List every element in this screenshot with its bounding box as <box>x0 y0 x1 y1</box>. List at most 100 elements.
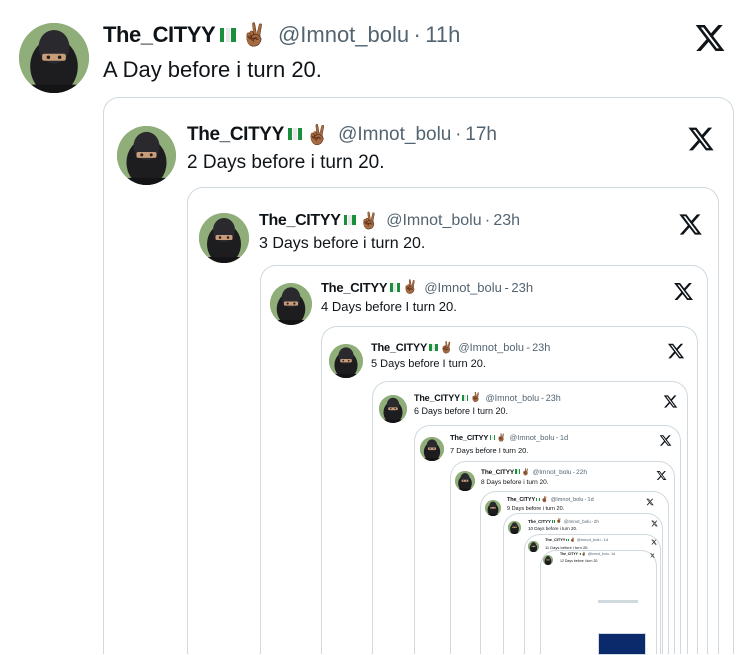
timestamp[interactable]: 1d <box>560 433 568 442</box>
timestamp[interactable]: 11h <box>425 22 460 48</box>
tweet-text: 12 Days before i turn 20. <box>560 559 599 563</box>
username[interactable]: @Imnot_bolu <box>424 280 502 295</box>
username[interactable]: @Imnot_bolu <box>510 433 555 442</box>
timestamp[interactable]: 22h <box>576 469 587 476</box>
tweet-header: The_CITYY ✌🏾 @Imnot_bolu -23h <box>414 392 561 403</box>
avatar[interactable] <box>455 471 475 491</box>
display-name[interactable]: The_CITYY <box>414 393 460 403</box>
victory-hand-icon: ✌🏾 <box>439 342 454 354</box>
avatar[interactable] <box>329 344 363 378</box>
x-logo-icon[interactable] <box>687 125 715 153</box>
separator: - <box>601 537 603 542</box>
victory-hand-icon: ✌🏾 <box>470 392 482 402</box>
nigeria-flag-icon <box>461 393 469 403</box>
victory-hand-icon: ✌🏾 <box>359 213 380 230</box>
tweet-header: The_CITYY ✌🏾 @Imnot_bolu -1d <box>545 537 608 542</box>
x-logo-icon[interactable] <box>650 553 655 558</box>
tweet-header: The_CITYY ✌🏾 @Imnot_bolu · 17h <box>187 123 497 147</box>
avatar[interactable] <box>19 23 89 93</box>
display-name[interactable]: The_CITYY <box>507 497 535 503</box>
timestamp[interactable]: 23h <box>493 212 520 230</box>
victory-hand-icon: ✌🏾 <box>541 497 549 503</box>
timestamp[interactable]: 2h <box>594 519 599 524</box>
separator: - <box>526 341 530 354</box>
media-thumbnail[interactable] <box>598 633 646 655</box>
x-logo-icon[interactable] <box>651 539 657 545</box>
x-logo-icon[interactable] <box>651 520 658 527</box>
victory-hand-icon: ✌🏾 <box>556 518 562 523</box>
username[interactable]: @Imnot_bolu <box>577 537 601 542</box>
avatar[interactable] <box>117 126 176 185</box>
nigeria-flag-icon <box>389 280 401 295</box>
username[interactable]: @Imnot_bolu <box>386 212 481 230</box>
avatar[interactable] <box>379 395 407 423</box>
display-name[interactable]: The_CITYY <box>321 280 388 295</box>
username[interactable]: @Imnot_bolu <box>338 124 451 146</box>
separator: · <box>413 22 421 47</box>
tweet-text: 7 Days before I turn 20. <box>450 446 529 455</box>
avatar[interactable] <box>528 541 539 552</box>
display-name[interactable]: The_CITYY <box>528 519 551 524</box>
tweet-text: 3 Days before i turn 20. <box>259 235 426 252</box>
timestamp[interactable]: 1d <box>611 552 615 556</box>
avatar[interactable] <box>485 500 501 516</box>
victory-hand-icon: ✌🏾 <box>402 279 419 294</box>
x-logo-icon[interactable] <box>663 394 678 409</box>
display-name[interactable]: The_CITYY <box>545 537 565 542</box>
tweet-header: The_CITYY ✌🏾 @Imnot_bolu -1d <box>450 433 568 442</box>
x-logo-icon[interactable] <box>656 470 667 481</box>
nigeria-flag-icon <box>429 342 438 354</box>
avatar[interactable] <box>270 283 312 325</box>
tweet-header: The_CITYY ✌🏾 @Imnot_bolu -1d <box>560 552 615 556</box>
display-name[interactable]: The_CITYY <box>103 22 216 48</box>
username[interactable]: @Imnot_bolu <box>458 342 524 354</box>
timestamp[interactable]: 23h <box>532 342 550 354</box>
x-logo-icon[interactable] <box>667 342 685 360</box>
separator: - <box>572 468 575 476</box>
username[interactable]: @Imnot_bolu <box>564 519 591 524</box>
victory-hand-icon: ✌🏾 <box>569 537 575 542</box>
nigeria-flag-icon <box>536 497 541 503</box>
victory-hand-icon: ✌🏾 <box>521 469 530 476</box>
timestamp[interactable]: 1d <box>588 497 594 503</box>
tweet-text: 10 Days before i turn 20. <box>528 526 578 531</box>
timestamp[interactable]: 1d <box>604 537 608 542</box>
timestamp[interactable]: 17h <box>465 124 497 146</box>
display-name[interactable]: The_CITYY <box>481 469 514 476</box>
avatar[interactable] <box>543 555 553 565</box>
tweet-text: A Day before i turn 20. <box>103 57 322 82</box>
x-logo-icon[interactable] <box>673 281 694 302</box>
timestamp[interactable]: 23h <box>511 280 533 295</box>
username[interactable]: @Imnot_bolu <box>588 552 609 556</box>
display-name[interactable]: The_CITYY <box>560 552 578 556</box>
display-name[interactable]: The_CITYY <box>450 433 488 442</box>
avatar[interactable] <box>199 213 249 263</box>
username[interactable]: @Imnot_bolu <box>533 469 572 476</box>
x-logo-icon[interactable] <box>694 22 726 54</box>
avatar[interactable] <box>420 437 444 461</box>
username[interactable]: @Imnot_bolu <box>278 22 409 48</box>
timestamp[interactable]: 23h <box>546 393 561 403</box>
tweet-header: The_CITYY ✌🏾 @Imnot_bolu -2h <box>528 518 599 524</box>
x-logo-icon[interactable] <box>646 498 654 506</box>
display-name[interactable]: The_CITYY <box>187 124 284 146</box>
x-logo-icon[interactable] <box>678 212 703 237</box>
x-logo-icon[interactable] <box>659 434 672 447</box>
username[interactable]: @Imnot_bolu <box>486 393 540 403</box>
victory-hand-icon: ✌🏾 <box>240 22 269 47</box>
separator: - <box>584 497 587 503</box>
tweet-text: 9 Days before i turn 20. <box>507 506 565 512</box>
tweet-text: 4 Days before I turn 20. <box>321 299 457 314</box>
username[interactable]: @Imnot_bolu <box>551 497 584 503</box>
nigeria-flag-icon <box>566 537 570 542</box>
nigeria-flag-icon <box>489 433 496 442</box>
display-name[interactable]: The_CITYY <box>371 342 427 354</box>
tweet-header: The_CITYY ✌🏾 @Imnot_bolu -1d <box>507 497 594 503</box>
avatar[interactable] <box>508 521 521 534</box>
victory-hand-icon: ✌🏾 <box>496 433 507 442</box>
separator: - <box>555 433 559 442</box>
tweet-text: 8 Days before i turn 20. <box>481 479 549 486</box>
display-name[interactable]: The_CITYY <box>259 212 341 230</box>
quoted-tweet-continuation <box>598 600 638 603</box>
nigeria-flag-icon <box>515 469 521 476</box>
